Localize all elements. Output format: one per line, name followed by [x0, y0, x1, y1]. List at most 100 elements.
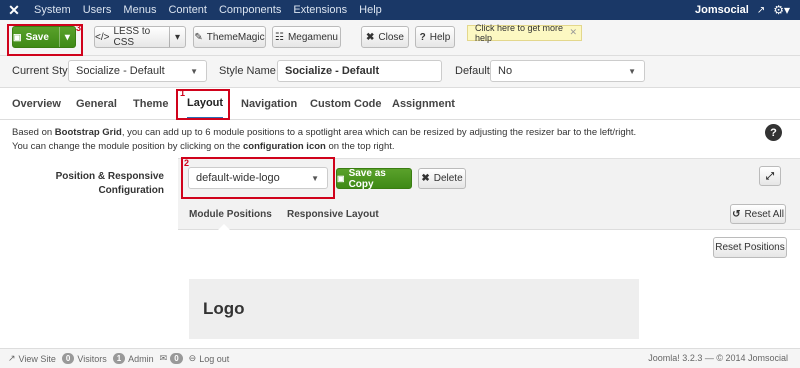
menu-content[interactable]: Content — [162, 0, 213, 20]
messages-indicator[interactable]: ✉ 0 — [160, 353, 183, 364]
menu-users[interactable]: Users — [77, 0, 118, 20]
delete-label: Delete — [433, 173, 463, 184]
thememagic-label: ThemeMagic — [206, 31, 265, 43]
template-tabs: Overview General Theme Layout Navigation… — [0, 88, 800, 120]
magic-wand-icon: ✎ — [194, 31, 203, 43]
tab-theme[interactable]: Theme — [133, 88, 168, 119]
tab-custom-code[interactable]: Custom Code — [310, 88, 382, 119]
close-button[interactable]: ✖ Close — [361, 26, 409, 48]
reset-all-button[interactable]: ↺ Reset All — [730, 204, 786, 224]
admin-count-badge: 1 — [112, 353, 126, 364]
logo-block-label: Logo — [203, 299, 245, 318]
highlight-box-layout-select — [181, 157, 335, 199]
admin-menu: System Users Menus Content Components Ex… — [28, 0, 388, 20]
visitors-count-badge: 0 — [61, 353, 75, 364]
current-style-label: Current Style — [12, 65, 77, 77]
version-text: Joomla! 3.2.3 — © 2014 Jomsocial — [648, 353, 788, 363]
tab-overview[interactable]: Overview — [12, 88, 61, 119]
save-as-copy-label: Save as Copy — [348, 167, 386, 190]
less-dropdown-toggle[interactable]: ▾ — [168, 27, 185, 47]
subtab-module-positions[interactable]: Module Positions — [189, 200, 272, 229]
menu-help[interactable]: Help — [353, 0, 388, 20]
current-style-select[interactable]: Socialize - Default ▼ — [68, 60, 207, 82]
megamenu-button[interactable]: ☷ Megamenu — [272, 26, 341, 48]
style-settings-row: Current Style Socialize - Default ▼ Styl… — [0, 56, 800, 88]
thememagic-button[interactable]: ✎ ThemeMagic — [193, 26, 266, 48]
tab-navigation[interactable]: Navigation — [241, 88, 297, 119]
layout-description: Based on Bootstrap Grid, you can add up … — [12, 127, 637, 152]
external-link-icon[interactable]: ↗ — [757, 5, 765, 16]
help-tip-banner[interactable]: Click here to get more help ✕ — [467, 23, 582, 43]
fullscreen-button[interactable]: ⤢ — [759, 166, 781, 186]
admin-indicator[interactable]: 1 Admin — [112, 353, 154, 364]
question-circle-icon[interactable]: ? — [765, 124, 782, 141]
configuration-icon-text: configuration icon — [242, 141, 326, 152]
close-icon: ✖ — [366, 31, 375, 43]
default-select[interactable]: No ▼ — [490, 60, 645, 82]
layout-content-area: Reset Positions Logo — [178, 230, 800, 348]
site-name-link[interactable]: Jomsocial — [695, 4, 749, 16]
expand-icon: ⤢ — [766, 170, 774, 182]
undo-icon: ↺ — [732, 208, 741, 220]
layout-subtabs: Module Positions Responsive Layout ↺ Res… — [178, 200, 800, 230]
default-value: No — [498, 65, 513, 77]
close-label: Close — [378, 31, 404, 43]
gear-icon[interactable]: ⚙▾ — [773, 3, 790, 17]
status-footer: ↗ View Site 0 Visitors 1 Admin ✉ 0 ⊖ Log… — [0, 348, 800, 368]
position-config-label: Position & Responsive Configuration — [55, 171, 164, 196]
highlight-number-save: 3 — [76, 23, 82, 33]
megamenu-label: Megamenu — [287, 31, 338, 43]
code-icon: </> — [95, 31, 110, 43]
tab-assignment[interactable]: Assignment — [392, 88, 455, 119]
highlight-number-layout-select: 2 — [184, 158, 190, 168]
style-name-input[interactable]: Socialize - Default — [277, 60, 442, 82]
menu-menus[interactable]: Menus — [117, 0, 162, 20]
topbar-right: Jomsocial ↗ ⚙▾ — [695, 0, 790, 20]
sitemap-icon: ☷ — [275, 31, 284, 43]
menu-components[interactable]: Components — [213, 0, 287, 20]
external-link-icon: ↗ — [8, 353, 16, 363]
current-style-value: Socialize - Default — [76, 65, 165, 77]
help-label: Help — [429, 31, 451, 43]
layout-label-panel: Position & Responsive Configuration — [0, 158, 178, 348]
menu-system[interactable]: System — [28, 0, 77, 20]
reset-positions-label: Reset Positions — [715, 242, 785, 253]
admin-menu-bar: ✕ System Users Menus Content Components … — [0, 0, 800, 20]
logout-link[interactable]: ⊖ Log out — [189, 353, 230, 364]
envelope-icon: ✉ — [159, 353, 168, 363]
delete-button[interactable]: ✖ Delete — [418, 168, 466, 189]
help-button[interactable]: ? Help — [415, 26, 455, 48]
logo-position-block[interactable]: Logo — [189, 279, 639, 339]
subtab-responsive-layout[interactable]: Responsive Layout — [287, 200, 379, 229]
reset-positions-button[interactable]: Reset Positions — [713, 237, 787, 258]
menu-extensions[interactable]: Extensions — [287, 0, 353, 20]
chevron-down-icon: ▼ — [190, 67, 198, 76]
delete-icon: ✖ — [421, 173, 430, 184]
visitors-indicator[interactable]: 0 Visitors — [61, 353, 107, 364]
messages-count-badge: 0 — [170, 353, 183, 364]
save-icon: ▣ — [337, 174, 345, 183]
reset-all-label: Reset All — [744, 208, 784, 220]
view-site-label: View Site — [18, 353, 56, 364]
chevron-down-icon: ▼ — [628, 67, 636, 76]
highlight-box-save — [7, 24, 83, 56]
minus-icon: ⊖ — [188, 353, 197, 363]
admin-label: Admin — [128, 353, 154, 364]
help-icon: ? — [419, 31, 426, 43]
help-tip-text: Click here to get more help — [475, 23, 564, 43]
logout-label: Log out — [199, 353, 230, 364]
bootstrap-grid-text: Bootstrap Grid — [54, 127, 122, 138]
view-site-link[interactable]: ↗ View Site — [8, 353, 56, 364]
highlight-number-layout: 1 — [180, 88, 186, 98]
joomla-logo-icon[interactable]: ✕ — [0, 0, 28, 20]
toolbar: ▣ Save ▾ </> LESS to CSS ▾ ✎ ThemeMagic … — [0, 20, 800, 56]
less-to-css-label: LESS to CSS — [113, 26, 151, 48]
save-as-copy-button[interactable]: ▣ Save as Copy — [336, 167, 412, 190]
tab-general[interactable]: General — [76, 88, 117, 119]
visitors-label: Visitors — [77, 353, 107, 364]
style-name-value: Socialize - Default — [285, 65, 380, 77]
help-tip-close-icon[interactable]: ✕ — [569, 27, 577, 38]
less-to-css-button[interactable]: </> LESS to CSS ▾ — [94, 26, 186, 48]
style-name-label: Style Name * — [219, 65, 284, 77]
default-label: Default — [455, 65, 490, 77]
